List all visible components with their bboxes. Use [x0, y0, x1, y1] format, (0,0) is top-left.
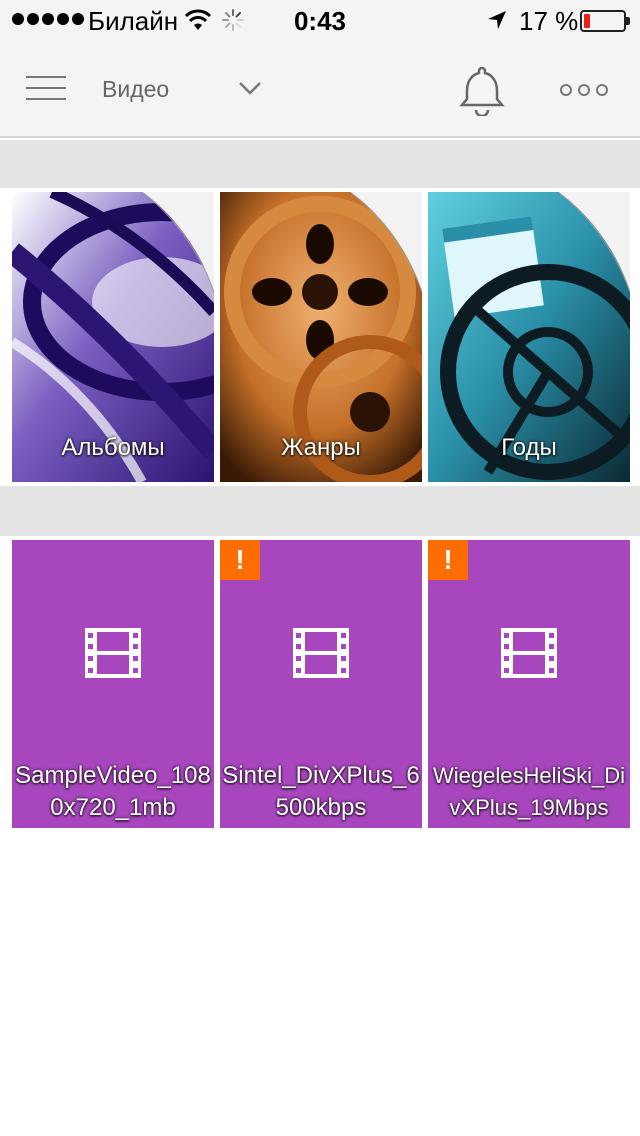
- status-bar: Билайн 0:43 17 %: [0, 0, 640, 40]
- category-tile-years[interactable]: Годы: [428, 192, 630, 482]
- category-tile-genres[interactable]: Жанры: [220, 192, 422, 482]
- more-icon[interactable]: [560, 84, 608, 96]
- video-tile[interactable]: ! WiegelesHeliSki_DivXPlus_19Mbps: [428, 540, 630, 828]
- page-curl-icon: [558, 192, 630, 292]
- warning-badge: !: [428, 540, 468, 580]
- category-tile-albums[interactable]: Альбомы: [12, 192, 214, 482]
- film-icon: [85, 628, 141, 678]
- film-icon: [501, 628, 557, 678]
- video-tile[interactable]: ! Sintel_DivXPlus_6500kbps: [220, 540, 422, 828]
- bell-icon[interactable]: [456, 64, 508, 116]
- film-icon: [293, 628, 349, 678]
- video-tile[interactable]: SampleVideo_1080x720_1mb: [12, 540, 214, 828]
- category-label: Годы: [501, 434, 557, 461]
- page-curl-icon: [142, 192, 214, 292]
- page-curl-icon: [350, 192, 422, 292]
- video-title: Sintel_DivXPlus_6500kbps: [222, 762, 420, 821]
- battery-icon: [580, 10, 630, 32]
- battery-percent: 17 %: [519, 6, 579, 36]
- app-header: Видео: [0, 40, 640, 138]
- warning-badge: !: [220, 540, 260, 580]
- battery-level: [584, 14, 590, 28]
- chevron-down-icon[interactable]: [238, 80, 262, 96]
- section-title[interactable]: Видео: [102, 76, 169, 103]
- video-title: WiegelesHeliSki_DivXPlus_19Mbps: [433, 763, 625, 820]
- category-label: Альбомы: [61, 434, 165, 461]
- video-title: SampleVideo_1080x720_1mb: [15, 762, 211, 821]
- location-icon: [488, 11, 506, 29]
- category-label: Жанры: [281, 434, 361, 461]
- menu-icon[interactable]: [26, 76, 66, 102]
- section-divider: [0, 140, 640, 188]
- section-divider: [0, 486, 640, 536]
